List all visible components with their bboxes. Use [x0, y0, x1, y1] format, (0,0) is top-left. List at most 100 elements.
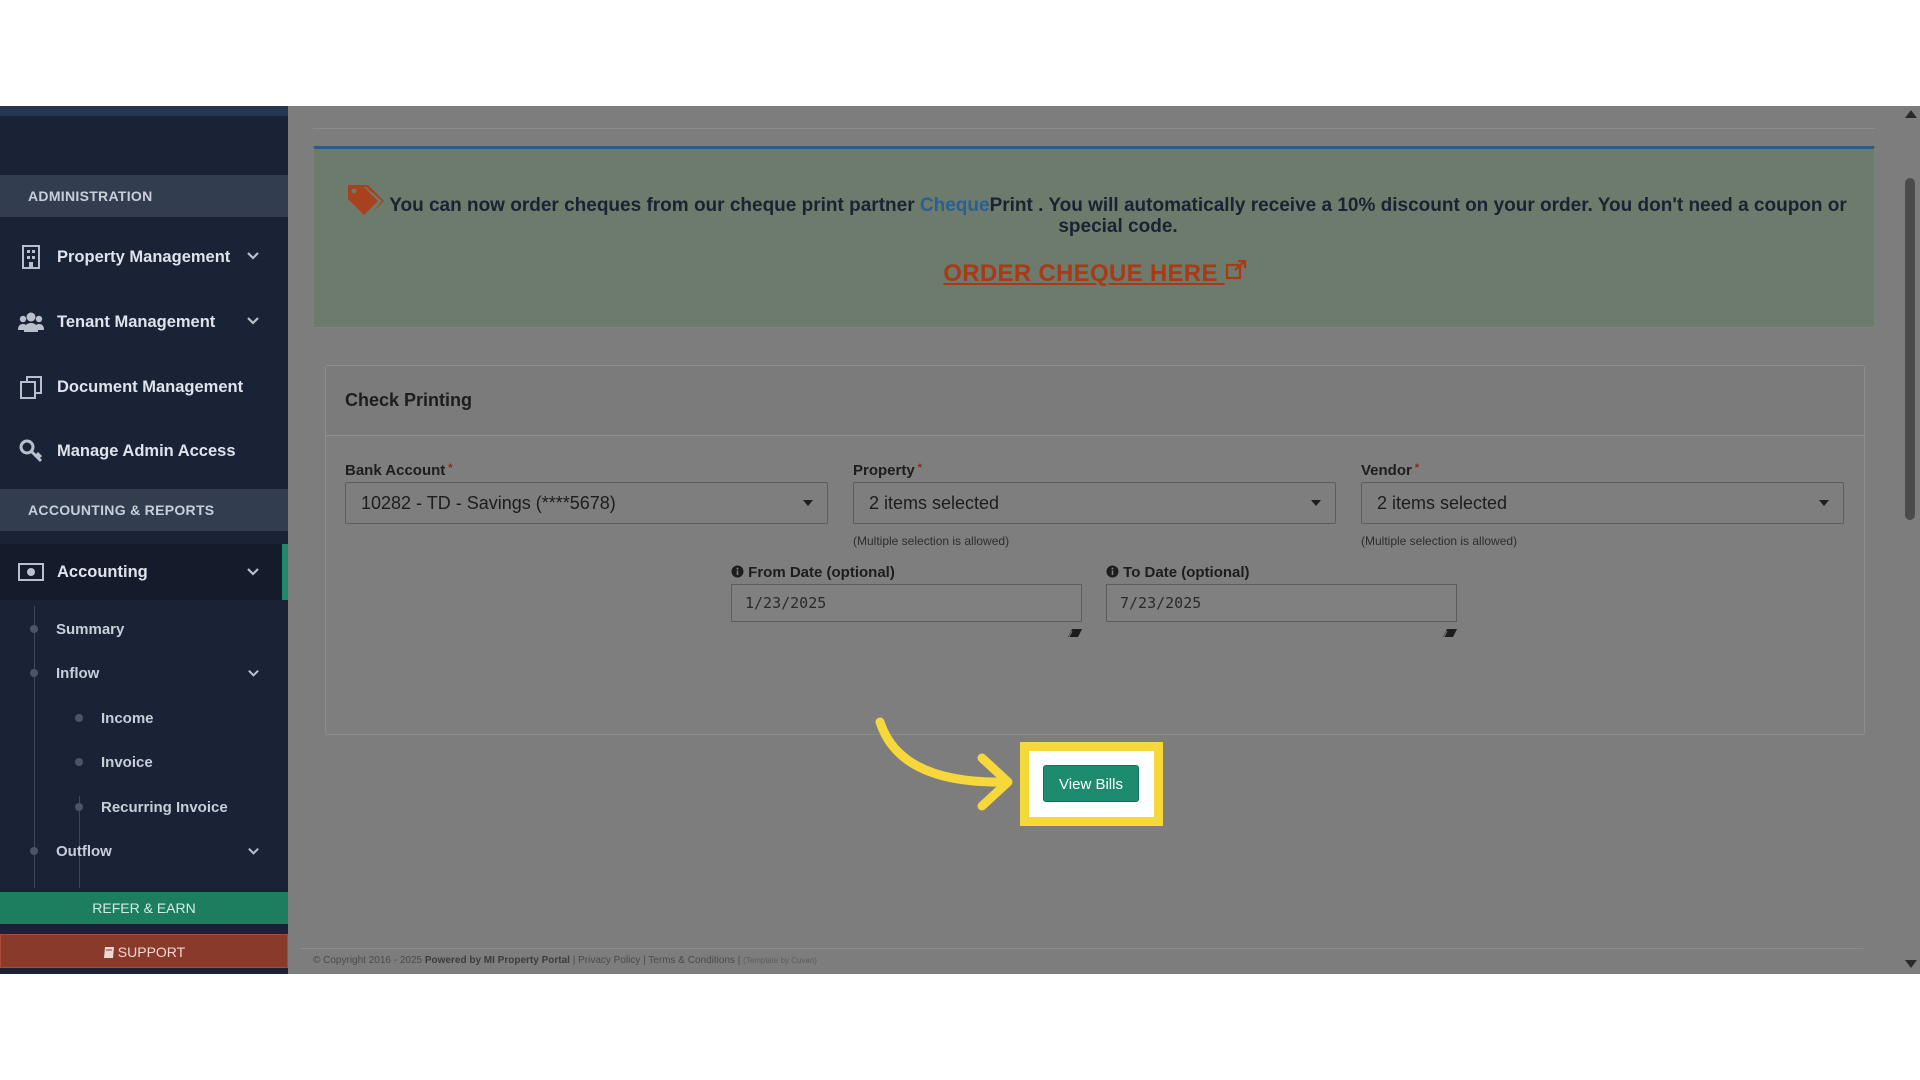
- property-value: 2 items selected: [869, 493, 1000, 513]
- sidebar-subitem-label: Inflow: [56, 664, 100, 682]
- app-window: ADMINISTRATION Property Management Tenan…: [0, 106, 1920, 974]
- sidebar-subitem-income[interactable]: Income: [0, 700, 282, 736]
- vendor-label: Vendor *: [1361, 462, 1419, 479]
- card-title: Check Printing: [345, 390, 473, 410]
- bullet-dot: [30, 625, 38, 633]
- eraser-icon[interactable]: [1067, 625, 1083, 638]
- bank-account-select[interactable]: 10282 - TD - Savings (****5678): [345, 482, 828, 524]
- required-mark: *: [448, 462, 453, 474]
- sidebar-subitem-label: Income: [101, 709, 154, 727]
- tutorial-arrow-icon: [875, 717, 1013, 811]
- sidebar-subitem-outflow[interactable]: Outflow: [0, 833, 282, 869]
- sidebar-subitem-summary[interactable]: Summary: [0, 611, 282, 647]
- scroll-down-arrow-icon[interactable]: [1905, 960, 1917, 968]
- external-link-icon: [1225, 259, 1247, 287]
- sidebar-item-label: Property Management: [57, 247, 231, 266]
- support-button[interactable]: SUPPORT: [0, 934, 288, 968]
- promo-message: You can now order cheques from our chequ…: [388, 195, 1848, 237]
- info-icon: [1106, 565, 1119, 582]
- section-administration: ADMINISTRATION: [0, 175, 288, 217]
- scroll-up-arrow-icon[interactable]: [1905, 110, 1917, 118]
- info-icon: [731, 565, 744, 582]
- key-icon: [17, 437, 45, 465]
- footer-divider: [301, 948, 1863, 949]
- sidebar-item-document-management[interactable]: Document Management: [0, 362, 288, 412]
- vendor-hint: (Multiple selection is allowed): [1361, 534, 1518, 548]
- to-date-label-text: To Date (optional): [1123, 564, 1250, 581]
- vendor-value: 2 items selected: [1377, 493, 1508, 513]
- money-icon: [17, 558, 45, 586]
- footer-links[interactable]: | Privacy Policy | Terms & Conditions |: [570, 955, 743, 966]
- section-accounting-reports: ACCOUNTING & REPORTS: [0, 489, 288, 531]
- chequeprint-brand-a[interactable]: Cheque: [920, 195, 990, 216]
- view-bills-button[interactable]: View Bills: [1043, 765, 1139, 802]
- to-date-label: To Date (optional): [1106, 564, 1250, 582]
- chevron-down-icon: [246, 314, 260, 328]
- sidebar-subitem-invoice[interactable]: Invoice: [0, 744, 282, 780]
- tags-icon: [344, 183, 384, 217]
- footer-copyright: © Copyright 2016 - 2025: [313, 955, 425, 966]
- users-icon: [17, 308, 45, 336]
- required-mark: *: [1414, 462, 1420, 474]
- main-content: You can now order cheques from our chequ…: [288, 106, 1920, 974]
- property-select[interactable]: 2 items selected: [853, 482, 1336, 524]
- vendor-label-text: Vendor: [1361, 462, 1412, 479]
- sidebar-subitem-label: Summary: [56, 620, 125, 638]
- sidebar-topbar: [0, 106, 288, 116]
- support-label: SUPPORT: [117, 944, 186, 960]
- chevron-down-icon: [246, 565, 260, 579]
- chevron-down-icon: [247, 845, 260, 858]
- from-date-label-text: From Date (optional): [748, 564, 895, 581]
- sidebar-item-label: Tenant Management: [57, 312, 216, 331]
- footer-template: (Template by Cuvan): [743, 956, 817, 965]
- caret-down-icon: [803, 500, 813, 506]
- bank-account-label: Bank Account *: [345, 462, 453, 479]
- sidebar-item-label: Document Management: [57, 377, 244, 396]
- bullet-dot: [30, 669, 38, 677]
- scrollbar[interactable]: [1900, 106, 1920, 974]
- bank-account-label-text: Bank Account: [345, 462, 446, 479]
- order-cheque-link[interactable]: ORDER CHEQUE HERE: [314, 259, 1876, 288]
- sidebar-item-property-management[interactable]: Property Management: [0, 232, 288, 282]
- card-header: [326, 366, 1864, 436]
- sidebar-subitem-label: Invoice: [101, 753, 153, 771]
- required-mark: *: [917, 462, 922, 474]
- property-label: Property *: [853, 462, 922, 479]
- from-date-label: From Date (optional): [731, 564, 895, 582]
- bullet-dot: [75, 803, 83, 811]
- cheque-promo-banner: You can now order cheques from our chequ…: [313, 146, 1875, 328]
- vendor-select[interactable]: 2 items selected: [1361, 482, 1844, 524]
- bullet-dot: [75, 758, 83, 766]
- sidebar-item-manage-admin-access[interactable]: Manage Admin Access: [0, 426, 288, 476]
- divider: [313, 128, 1875, 129]
- chequeprint-brand-b[interactable]: Print: [990, 195, 1033, 216]
- sidebar-subitem-recurring-invoice[interactable]: Recurring Invoice: [0, 789, 282, 825]
- scrollbar-thumb[interactable]: [1905, 178, 1915, 520]
- sidebar-subitem-inflow[interactable]: Inflow: [0, 655, 282, 691]
- building-icon: [17, 243, 45, 271]
- documents-icon: [17, 373, 45, 401]
- check-printing-card: Check Printing Bank Account * 10282 - TD …: [325, 365, 1865, 735]
- from-date-input[interactable]: 1/23/2025: [731, 584, 1082, 622]
- sidebar-item-tenant-management[interactable]: Tenant Management: [0, 297, 288, 347]
- refer-earn-button[interactable]: REFER & EARN: [0, 892, 288, 924]
- chevron-down-icon: [246, 249, 260, 263]
- bullet-dot: [75, 714, 83, 722]
- sidebar-item-label: Manage Admin Access: [57, 441, 236, 460]
- caret-down-icon: [1311, 500, 1321, 506]
- sidebar-item-label: Accounting: [57, 562, 148, 581]
- footer: © Copyright 2016 - 2025 Powered by MI Pr…: [313, 955, 817, 966]
- sidebar-subitem-label: Recurring Invoice: [101, 798, 228, 816]
- caret-down-icon: [1819, 500, 1829, 506]
- sidebar-item-accounting[interactable]: Accounting: [0, 544, 288, 600]
- sidebar-subitem-label: Outflow: [56, 842, 112, 860]
- book-icon: [103, 937, 115, 971]
- bullet-dot: [30, 847, 38, 855]
- footer-powered-by[interactable]: Powered by MI Property Portal: [425, 955, 570, 966]
- promo-text-before: You can now order cheques from our chequ…: [389, 195, 920, 216]
- property-label-text: Property: [853, 462, 915, 479]
- eraser-icon[interactable]: [1442, 625, 1458, 638]
- promo-text-after: . You will automatically receive a 10% d…: [1032, 195, 1847, 237]
- bank-account-value: 10282 - TD - Savings (****5678): [361, 493, 616, 513]
- to-date-input[interactable]: 7/23/2025: [1106, 584, 1457, 622]
